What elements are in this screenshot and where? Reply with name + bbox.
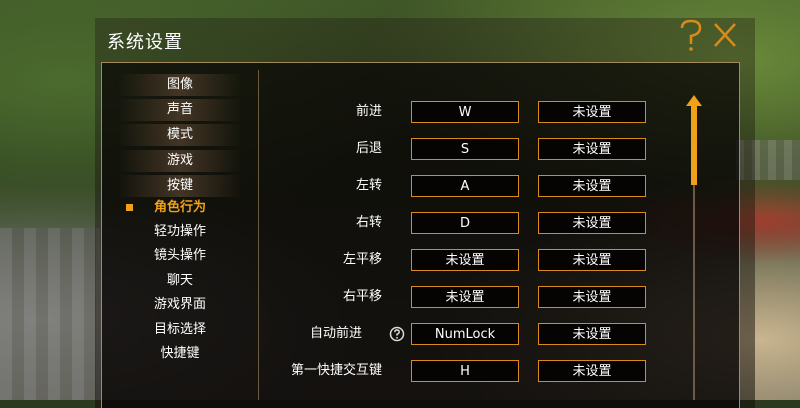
binding-label-strafe-left: 左平移 — [342, 252, 382, 267]
binding-primary-turn-left[interactable]: A — [411, 175, 519, 197]
scroll-thumb[interactable] — [691, 105, 697, 185]
sidebar-item-mode[interactable]: 模式 — [118, 124, 242, 146]
sidebar-item-game-ui[interactable]: 游戏界面 — [118, 294, 242, 316]
window-title: 系统设置 — [107, 32, 183, 53]
binding-secondary-turn-right[interactable]: 未设置 — [538, 212, 646, 234]
sidebar-item-camera[interactable]: 镜头操作 — [118, 245, 242, 267]
binding-primary-strafe-left[interactable]: 未设置 — [411, 249, 519, 271]
help-icon[interactable] — [678, 18, 704, 52]
binding-label-forward: 前进 — [355, 104, 382, 119]
binding-label-back: 后退 — [355, 141, 382, 156]
binding-label-strafe-right: 右平移 — [342, 289, 382, 304]
sidebar-item-qinggong[interactable]: 轻功操作 — [118, 221, 242, 243]
sidebar-item-hotkeys[interactable]: 快捷键 — [118, 343, 242, 365]
bindings-scrollbar[interactable] — [686, 95, 702, 400]
binding-label-turn-left: 左转 — [355, 178, 382, 193]
sidebar-item-sound[interactable]: 声音 — [118, 99, 242, 121]
binding-label-quick-interact-1: 第一快捷交互键 — [290, 363, 382, 378]
binding-secondary-quick-interact-1[interactable]: 未设置 — [538, 360, 646, 382]
binding-primary-forward[interactable]: W — [411, 101, 519, 123]
binding-primary-back[interactable]: S — [411, 138, 519, 160]
binding-secondary-auto-run[interactable]: 未设置 — [538, 323, 646, 345]
binding-primary-turn-right[interactable]: D — [411, 212, 519, 234]
close-icon[interactable] — [712, 18, 738, 52]
binding-primary-auto-run[interactable]: NumLock — [411, 323, 519, 345]
binding-label-turn-right: 右转 — [355, 215, 382, 230]
binding-secondary-turn-left[interactable]: 未设置 — [538, 175, 646, 197]
binding-primary-strafe-right[interactable]: 未设置 — [411, 286, 519, 308]
binding-secondary-strafe-left[interactable]: 未设置 — [538, 249, 646, 271]
column-divider — [258, 70, 259, 400]
binding-secondary-forward[interactable]: 未设置 — [538, 101, 646, 123]
binding-secondary-strafe-right[interactable]: 未设置 — [538, 286, 646, 308]
sidebar-item-keys[interactable]: 按键 — [118, 175, 242, 197]
sidebar-item-chat[interactable]: 聊天 — [118, 270, 242, 292]
info-icon[interactable] — [389, 326, 405, 342]
sidebar-item-game[interactable]: 游戏 — [118, 150, 242, 172]
binding-secondary-back[interactable]: 未设置 — [538, 138, 646, 160]
binding-primary-quick-interact-1[interactable]: H — [411, 360, 519, 382]
sidebar-item-target-select[interactable]: 目标选择 — [118, 319, 242, 341]
binding-label-auto-run: 自动前进 — [309, 326, 362, 341]
stone-railing-left — [0, 228, 100, 400]
sidebar-item-graphics[interactable]: 图像 — [118, 74, 242, 96]
sidebar-item-character-actions[interactable]: 角色行为 — [118, 197, 242, 219]
